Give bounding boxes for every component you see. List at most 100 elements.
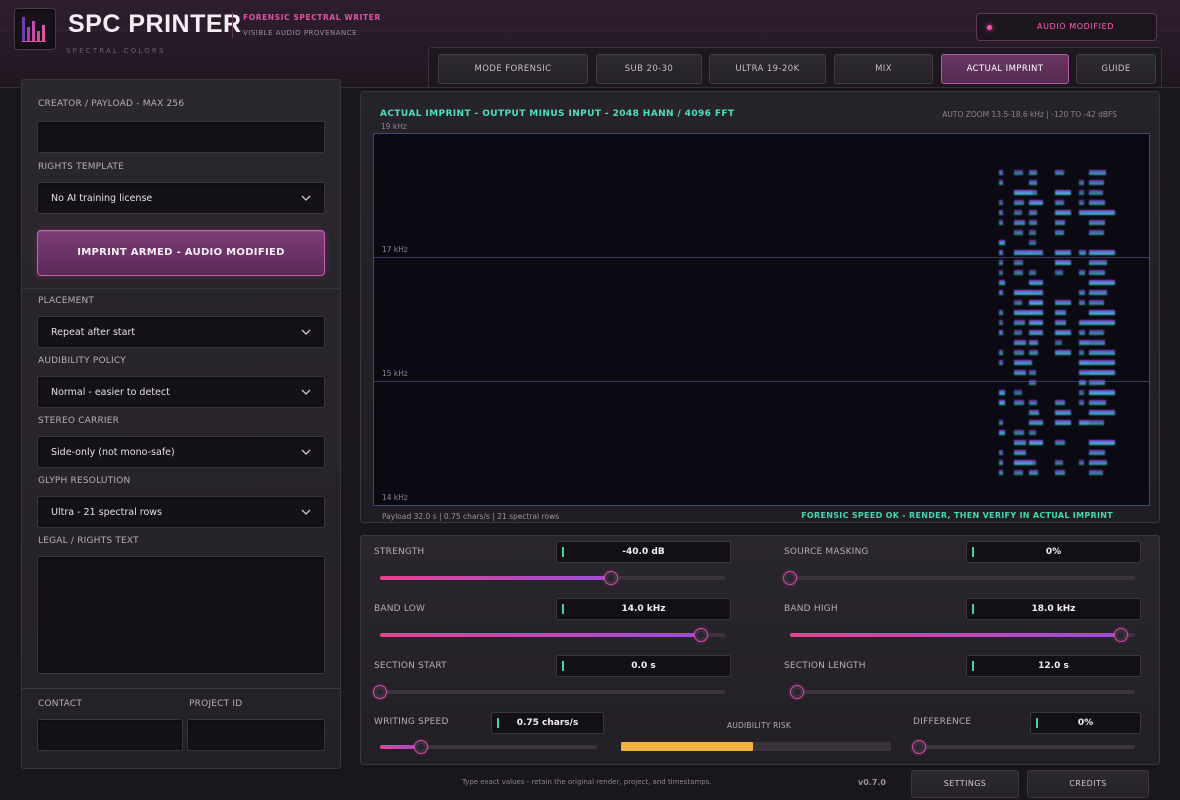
imprint-glyph-mark: [1079, 460, 1084, 465]
imprint-glyph-mark: [1055, 340, 1062, 345]
difference-slider[interactable]: [912, 740, 1135, 754]
spectrogram-panel: ACTUAL IMPRINT - OUTPUT MINUS INPUT - 20…: [360, 91, 1160, 523]
difference-value-box[interactable]: 0%: [1030, 712, 1141, 734]
imprint-glyph-mark: [1029, 470, 1038, 475]
strength-value-box[interactable]: -40.0 dB: [556, 541, 731, 563]
speed-status: FORENSIC SPEED OK - RENDER, THEN VERIFY …: [801, 511, 1113, 520]
imprint-glyph-mark: [999, 220, 1003, 225]
audibility-risk-meter: [621, 742, 891, 751]
imprint-glyph-mark: [1029, 400, 1037, 405]
imprint-glyph-mark: [1089, 230, 1104, 235]
slider-knob[interactable]: [1114, 628, 1129, 642]
audibility-policy-label: AUDIBILITY POLICY: [38, 356, 126, 366]
imprint-glyph-mark: [1029, 170, 1037, 175]
imprint-glyph-mark: [1089, 280, 1115, 285]
slider-knob[interactable]: [373, 685, 387, 699]
stereo-carrier-select[interactable]: Side-only (not mono-safe): [37, 436, 325, 468]
imprint-glyph-mark: [1055, 270, 1063, 275]
source-masking-value-box[interactable]: 0%: [966, 541, 1141, 563]
slider-knob[interactable]: [789, 685, 804, 699]
imprint-glyph-mark: [1014, 360, 1032, 365]
writing-speed-slider[interactable]: [380, 740, 597, 754]
imprint-glyph-mark: [1079, 340, 1089, 345]
imprint-glyph-mark: [1079, 350, 1084, 355]
credits-button[interactable]: CREDITS: [1027, 770, 1149, 798]
imprint-glyph-mark: [1029, 420, 1043, 425]
imprint-glyph-mark: [1089, 400, 1106, 405]
value-marker: [497, 718, 499, 728]
slider-knob[interactable]: [693, 628, 708, 642]
section-length-value-box[interactable]: 12.0 s: [966, 655, 1141, 677]
chevron-down-icon: [301, 389, 311, 395]
imprint-glyph-mark: [1029, 270, 1036, 275]
imprint-glyph-mark: [999, 390, 1005, 395]
section-start-value-box[interactable]: 0.0 s: [556, 655, 731, 677]
version-label: v0.7.0: [858, 778, 886, 787]
payload-input[interactable]: [37, 121, 325, 153]
imprint-glyph-mark: [1079, 250, 1086, 255]
imprint-glyph-mark: [999, 210, 1003, 215]
band-high-label: BAND HIGH: [784, 604, 838, 614]
imprint-glyph-mark: [999, 280, 1005, 285]
band-high-value-box[interactable]: 18.0 kHz: [966, 598, 1141, 620]
imprint-glyph-mark: [1055, 200, 1064, 205]
imprint-glyph-mark: [1014, 210, 1022, 215]
imprint-glyph-mark: [1029, 290, 1043, 295]
slider-fill: [790, 633, 1122, 637]
imprint-glyph-mark: [1079, 300, 1085, 305]
equalizer-icon: [22, 17, 46, 42]
legal-text-area[interactable]: [37, 556, 325, 674]
band-high-slider[interactable]: [790, 628, 1135, 642]
glyph-resolution-label: GLYPH RESOLUTION: [38, 476, 131, 486]
tab-sub-20-30[interactable]: SUB 20-30: [596, 54, 702, 84]
imprint-glyph-mark: [1055, 310, 1066, 315]
rights-template-value: No AI training license: [51, 193, 153, 204]
band-low-value-box[interactable]: 14.0 kHz: [556, 598, 731, 620]
glyph-resolution-select[interactable]: Ultra - 21 spectral rows: [37, 496, 325, 528]
project-id-input[interactable]: [187, 719, 325, 751]
tab-actual-imprint[interactable]: ACTUAL IMPRINT: [941, 54, 1069, 84]
imprint-glyph-mark: [1014, 330, 1022, 335]
slider-knob[interactable]: [604, 571, 619, 585]
settings-button[interactable]: SETTINGS: [911, 770, 1019, 798]
imprint-armed-button[interactable]: IMPRINT ARMED - AUDIO MODIFIED: [37, 230, 325, 276]
imprint-glyph-mark: [999, 330, 1003, 335]
rights-template-select[interactable]: No AI training license: [37, 182, 325, 214]
imprint-glyph-mark: [1055, 190, 1071, 195]
writing-speed-value-box[interactable]: 0.75 chars/s: [491, 712, 604, 734]
imprint-glyph-mark: [1029, 380, 1036, 385]
tab-mix[interactable]: MIX: [834, 54, 933, 84]
imprint-glyph-mark: [1014, 350, 1024, 355]
source-masking-slider[interactable]: [783, 571, 1135, 585]
tab-ultra-19-20k[interactable]: ULTRA 19-20K: [709, 54, 826, 84]
imprint-glyph-mark: [1014, 320, 1025, 325]
placement-value: Repeat after start: [51, 327, 136, 338]
strength-slider[interactable]: [380, 571, 725, 585]
tab-guide[interactable]: GUIDE: [1076, 54, 1156, 84]
section-start-slider[interactable]: [373, 685, 725, 699]
imprint-glyph-mark: [1029, 350, 1038, 355]
imprint-glyph-mark: [999, 430, 1005, 435]
imprint-glyph-mark: [1014, 230, 1023, 235]
imprint-glyph-mark: [1079, 320, 1089, 325]
section-length-slider[interactable]: [789, 685, 1135, 699]
value-marker: [562, 547, 564, 557]
band-low-slider[interactable]: [380, 628, 725, 642]
contact-input[interactable]: [37, 719, 183, 751]
audibility-policy-select[interactable]: Normal - easier to detect: [37, 376, 325, 408]
imprint-glyph-mark: [1029, 410, 1039, 415]
spectrogram-plot[interactable]: 17 kHz 15 kHz 14 kHz: [373, 133, 1150, 506]
imprint-glyph-mark: [1079, 210, 1089, 215]
audibility-policy-value: Normal - easier to detect: [51, 387, 170, 398]
imprint-glyph-mark: [1089, 290, 1107, 295]
slider-knob[interactable]: [912, 740, 926, 754]
slider-knob[interactable]: [414, 740, 429, 754]
band-low-value: 14.0 kHz: [621, 604, 666, 614]
placement-select[interactable]: Repeat after start: [37, 316, 325, 348]
rights-template-label: RIGHTS TEMPLATE: [38, 162, 124, 172]
tab-mode-forensic[interactable]: MODE FORENSIC: [438, 54, 588, 84]
slider-knob[interactable]: [783, 571, 797, 585]
source-masking-value: 0%: [1045, 547, 1062, 557]
imprint-glyph-mark: [1055, 250, 1071, 255]
imprint-glyph-mark: [1089, 220, 1105, 225]
